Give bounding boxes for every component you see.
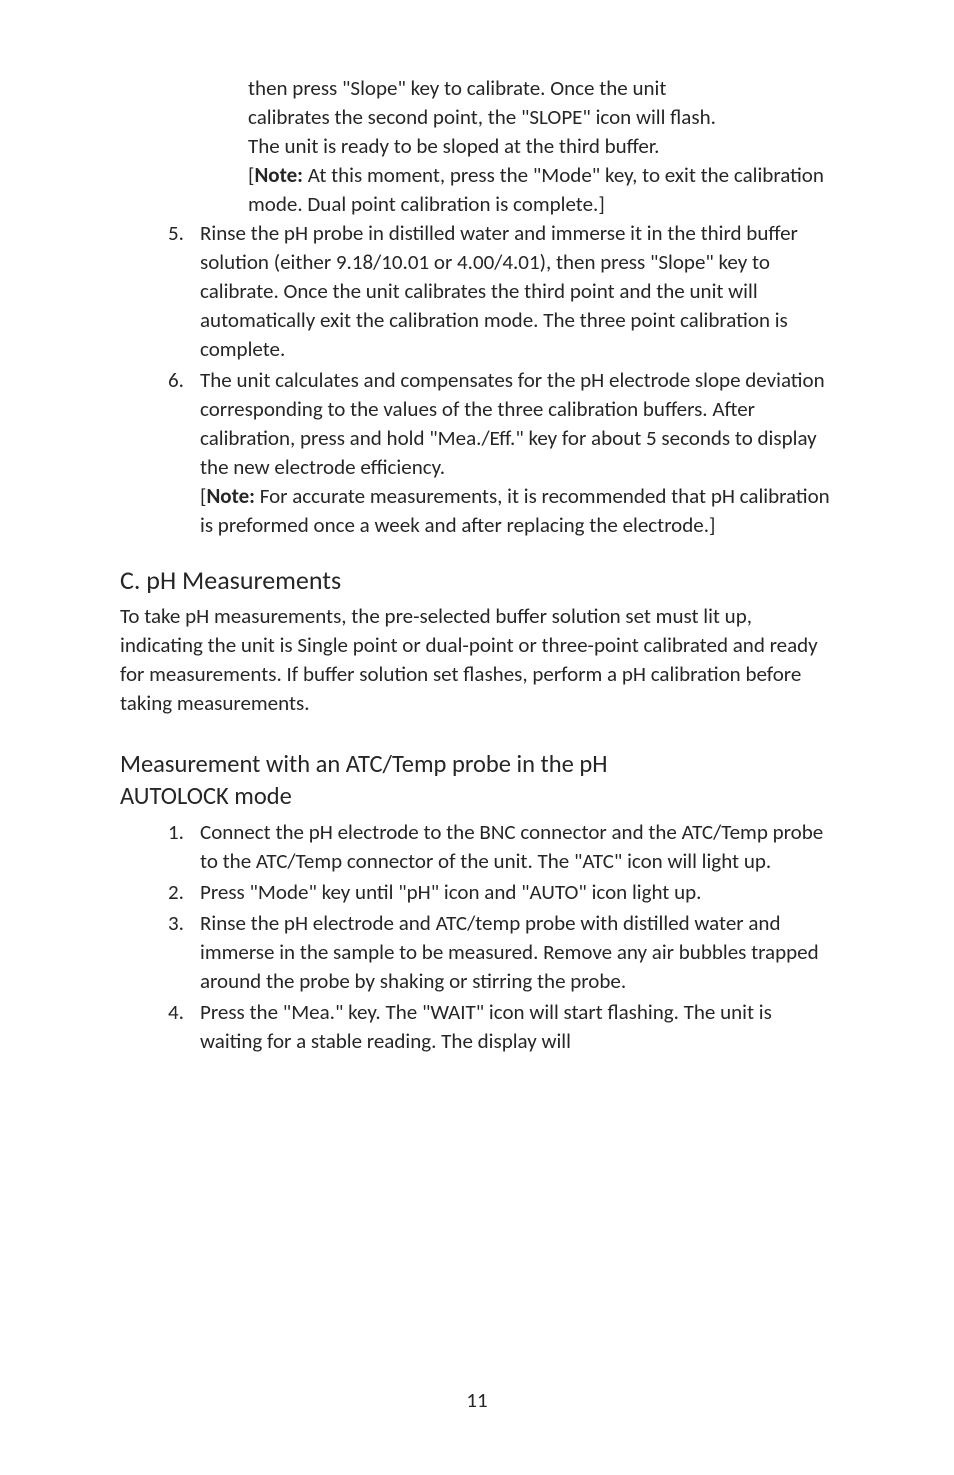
continuation-line: calibrates the second point, the "SLOPE"… (248, 104, 716, 130)
list-item: 5. Rinse the pH probe in distilled water… (120, 219, 834, 364)
note-label: Note: (254, 162, 303, 188)
list-text: Connect the pH electrode to the BNC conn… (190, 818, 834, 876)
list-number: 4. (120, 998, 190, 1056)
list-number: 3. (120, 909, 190, 996)
note-label: Note: (206, 483, 255, 509)
heading-line: AUTOLOCK mode (120, 781, 292, 811)
list-text: The unit calculates and compensates for … (200, 367, 825, 480)
continuation-line: then press "Slope" key to calibrate. Onc… (248, 75, 666, 101)
list-item: 3. Rinse the pH electrode and ATC/temp p… (120, 909, 834, 996)
section-heading-c: C. pH Measurements (120, 564, 834, 596)
list-text: Rinse the pH probe in distilled water an… (190, 219, 834, 364)
document-page: then press "Slope" key to calibrate. Onc… (0, 0, 954, 1475)
list-item: 6. The unit calculates and compensates f… (120, 366, 834, 540)
list-text: Press the "Mea." key. The "WAIT" icon wi… (190, 998, 834, 1056)
note-text: For accurate measurements, it is recomme… (200, 483, 830, 538)
continuation-text: then press "Slope" key to calibrate. Onc… (248, 74, 834, 219)
list-text: Press "Mode" key until "pH" icon and "AU… (190, 878, 834, 907)
list-number: 6. (120, 366, 190, 540)
page-number: 11 (0, 1387, 954, 1413)
list-item: 1. Connect the pH electrode to the BNC c… (120, 818, 834, 876)
continuation-line: The unit is ready to be sloped at the th… (248, 133, 659, 159)
list-text: Rinse the pH electrode and ATC/temp prob… (190, 909, 834, 996)
list-number: 1. (120, 818, 190, 876)
section-paragraph: To take pH measurements, the pre-selecte… (120, 602, 834, 718)
list-item: 4. Press the "Mea." key. The "WAIT" icon… (120, 998, 834, 1056)
list-number: 5. (120, 219, 190, 364)
list-item: 2. Press "Mode" key until "pH" icon and … (120, 878, 834, 907)
list-number: 2. (120, 878, 190, 907)
note-text: At this moment, press the "Mode" key, to… (248, 162, 824, 217)
heading-line: Measurement with an ATC/Temp probe in th… (120, 749, 607, 779)
list-text-wrap: The unit calculates and compensates for … (190, 366, 834, 540)
section-heading-measure: Measurement with an ATC/Temp probe in th… (120, 748, 834, 812)
